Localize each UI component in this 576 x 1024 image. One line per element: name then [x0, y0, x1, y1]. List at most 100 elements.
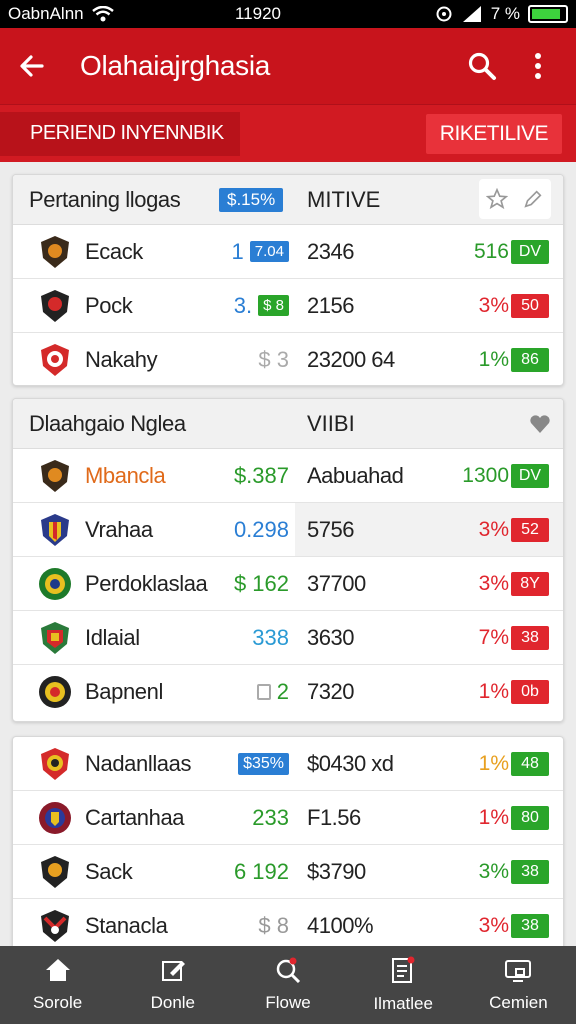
- table-row[interactable]: Idlaial 338 3630 7% 38: [13, 611, 563, 665]
- battery-percent: 7 %: [490, 4, 520, 23]
- team-name: Cartanhaa: [85, 804, 185, 830]
- value-text: 233: [252, 804, 289, 830]
- odds-value: 1%: [478, 805, 509, 829]
- stat-number: F1.56: [307, 804, 361, 830]
- table-row[interactable]: Nadanllaas $35% $0430 xd 1% 48: [13, 737, 563, 791]
- team-logo-icon: [41, 621, 69, 654]
- team-name: Mbancla: [85, 462, 166, 488]
- odds-chip[interactable]: DV: [511, 239, 549, 264]
- table-row[interactable]: Stanacla $ 8 4100% 3% 38: [13, 899, 563, 950]
- odds-value: 1%: [478, 751, 509, 775]
- stat-number: 23200 64: [307, 347, 395, 372]
- section-tag[interactable]: PERIEND INYENNBIK: [0, 111, 240, 156]
- value-text: 1: [231, 238, 244, 264]
- team-name: Bapnenl: [85, 679, 163, 704]
- nav-item-document[interactable]: Ilmatlee: [346, 946, 461, 1024]
- table-row[interactable]: Mbancla $.387 Aabuahad 1300 DV: [13, 449, 563, 503]
- odds-chip[interactable]: 48: [511, 751, 549, 776]
- value-text: 3.: [233, 292, 253, 318]
- value-text: $ 162: [233, 570, 289, 596]
- odds-value: 1%: [478, 680, 509, 703]
- odds-value: 3%: [478, 571, 509, 595]
- battery-icon: [528, 5, 568, 23]
- nav-item-search[interactable]: Flowe: [230, 946, 345, 1024]
- pencil-icon[interactable]: [522, 188, 544, 210]
- value-text: 2: [276, 679, 289, 704]
- odds-chip[interactable]: 80: [511, 805, 549, 830]
- table-row[interactable]: Perdoklaslaa $ 162 37700 3% 8Y: [13, 557, 563, 611]
- document-icon: [392, 956, 415, 983]
- stat-number: 3630: [307, 624, 354, 650]
- team-name: Stanacla: [85, 913, 168, 938]
- wifi-icon: [91, 6, 114, 22]
- odds-chip[interactable]: 38: [511, 625, 549, 650]
- odds-value: 1300: [462, 463, 509, 487]
- odds-value: 3%: [478, 293, 509, 317]
- table-row[interactable]: Bapnenl 2 7320 1% 0b: [13, 665, 563, 719]
- table-row[interactable]: Vrahaa 0.298 5756 3% 52: [13, 503, 563, 557]
- odds-chip[interactable]: 38: [511, 914, 549, 938]
- clock: 11920: [234, 4, 281, 23]
- value-cell: 2: [219, 679, 289, 705]
- app-bar: Olahaiajrghasia: [0, 28, 576, 104]
- table-row[interactable]: Nakahy $ 3 23200 64 1% 86: [13, 333, 563, 385]
- table-row[interactable]: Sack 6 192 $3790 3% 38: [13, 845, 563, 899]
- team-name: Idlaial: [85, 624, 140, 650]
- odds-chip[interactable]: 52: [511, 517, 549, 542]
- odds-value: 3%: [478, 859, 509, 883]
- team-logo-icon: [41, 513, 69, 546]
- team-logo-icon: [41, 289, 69, 322]
- odds-chip[interactable]: 38: [511, 859, 549, 884]
- live-banner: PERIEND INYENNBIK RIKETILIVE: [0, 104, 576, 162]
- odds-chip[interactable]: 0b: [511, 680, 549, 704]
- odds-chip[interactable]: DV: [511, 463, 549, 488]
- odds-value: 3%: [478, 914, 509, 937]
- team-logo-icon: [41, 344, 69, 376]
- table-row[interactable]: Pock 3. $ 8 2156 3% 50: [13, 279, 563, 333]
- value-text: $ 8: [258, 913, 289, 938]
- table-row[interactable]: Cartanhaa 233 F1.56 1% 80: [13, 791, 563, 845]
- odds-chip[interactable]: 50: [511, 293, 549, 318]
- bottom-navigation: Sorole Donle Flowe Ilmatlee Cemien: [0, 946, 576, 1024]
- search-button[interactable]: [462, 51, 502, 81]
- status-bar: OabnAlnn 11920 7 %: [0, 0, 576, 28]
- star-icon[interactable]: [486, 188, 508, 210]
- nav-item-screen[interactable]: Cemien: [461, 946, 576, 1024]
- odds-chip[interactable]: 8Y: [511, 571, 549, 596]
- nav-item-edit[interactable]: Donle: [115, 946, 230, 1024]
- team-name: Ecack: [85, 238, 143, 264]
- team-name: Vrahaa: [85, 516, 153, 542]
- team-logo-icon: [39, 567, 71, 600]
- team-logo-icon: [41, 747, 69, 780]
- team-logo-icon: [39, 676, 71, 708]
- team-name: Nadanllaas: [85, 750, 192, 776]
- back-arrow-icon[interactable]: [18, 52, 46, 80]
- team-logo-icon: [41, 459, 69, 492]
- overflow-menu-button[interactable]: [518, 52, 558, 80]
- nav-label: Flowe: [265, 993, 311, 1012]
- nav-item-home[interactable]: Sorole: [0, 946, 115, 1024]
- odds-value: 516: [473, 239, 509, 263]
- stat-number: 4100%: [307, 913, 374, 938]
- table-row[interactable]: Ecack 1 7.04 2346 516 DV: [13, 225, 563, 279]
- team-name: Nakahy: [85, 347, 158, 372]
- live-button[interactable]: RIKETILIVE: [425, 113, 562, 154]
- screen-icon: [505, 960, 532, 982]
- team-name: Perdoklaslaa: [85, 570, 208, 596]
- value-badge: 7.04: [249, 241, 289, 262]
- value-cell: $35%: [219, 752, 289, 775]
- column-label: VIIBI: [307, 410, 355, 436]
- stat-number: 2346: [307, 238, 354, 264]
- heart-icon[interactable]: [529, 414, 551, 434]
- value-text: 6 192: [233, 858, 289, 884]
- card-header: Dlaahgaio Nglea VIIBI: [13, 399, 563, 449]
- nav-label: Sorole: [33, 993, 83, 1012]
- value-text: $.387: [233, 462, 289, 488]
- home-icon: [45, 959, 70, 981]
- value-text: 338: [252, 624, 289, 650]
- card-header: Pertaning llogas $.15% MITIVE: [13, 175, 563, 225]
- league-card-2: Dlaahgaio Nglea VIIBI Mbancla $.387 Aabu…: [12, 398, 564, 722]
- odds-chip[interactable]: 86: [511, 348, 549, 372]
- stat-number: 7320: [307, 679, 354, 704]
- team-name: Pock: [85, 292, 133, 318]
